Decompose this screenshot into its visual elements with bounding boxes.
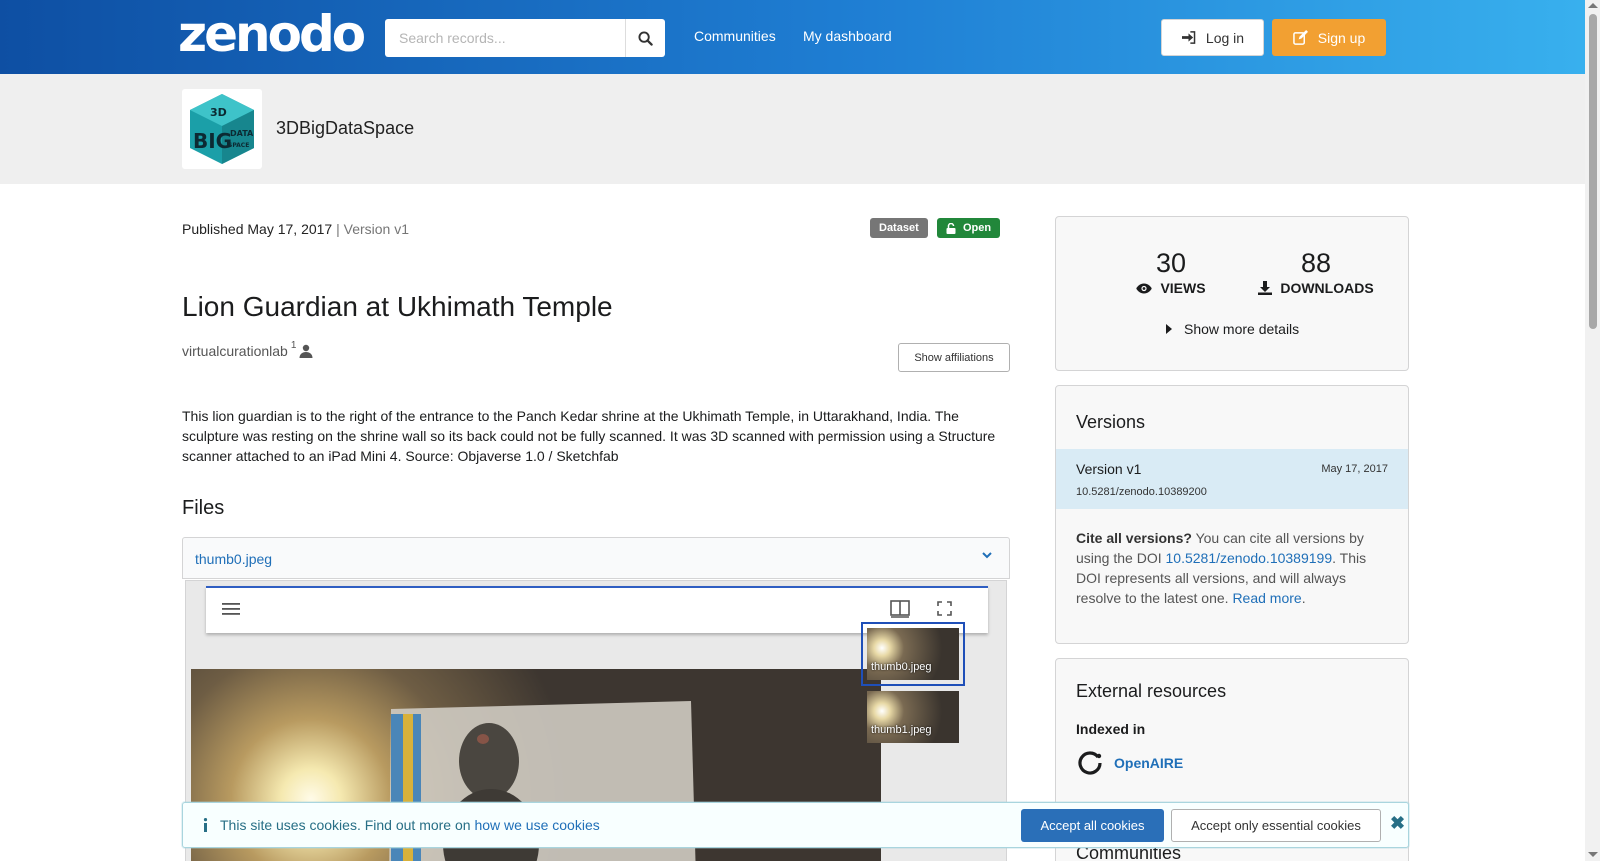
file-accordion[interactable]: thumb0.jpeg: [182, 537, 1010, 579]
search-button[interactable]: [625, 19, 665, 57]
downloads-label: DOWNLOADS: [1280, 280, 1374, 296]
creator: virtualcurationlab 1: [182, 339, 313, 359]
access-label: Open: [963, 222, 992, 234]
viewer-toolbar: [206, 586, 988, 633]
nav-my-dashboard[interactable]: My dashboard: [803, 28, 892, 44]
openaire-link[interactable]: OpenAIRE: [1076, 749, 1183, 777]
views-stat: 30 VIEWS: [1111, 247, 1231, 296]
version-doi: 10.5281/zenodo.10389200: [1076, 486, 1207, 498]
login-button[interactable]: Log in: [1161, 19, 1264, 56]
published-text: Published May 17, 2017: [182, 221, 333, 237]
version-item[interactable]: Version v1 May 17, 2017 10.5281/zenodo.1…: [1056, 449, 1408, 509]
thumbnail-label: thumb1.jpeg: [871, 724, 932, 736]
edit-icon: [1292, 30, 1308, 45]
publication-date: Published May 17, 2017 | Version v1: [182, 221, 409, 237]
info-icon: [203, 818, 208, 832]
read-more-link[interactable]: Read more: [1232, 590, 1301, 606]
3dbigdataspace-logo-icon: 3D BIG DATA SPACE: [190, 94, 254, 164]
downloads-stat: 88 DOWNLOADS: [1246, 247, 1386, 296]
signup-button[interactable]: Sign up: [1272, 19, 1386, 56]
community-name[interactable]: 3DBigDataSpace: [276, 118, 414, 139]
cite-heading: Cite all versions?: [1076, 530, 1192, 546]
scroll-up-arrow-icon[interactable]: [1588, 3, 1598, 8]
scrollbar-thumb[interactable]: [1589, 14, 1597, 329]
search-bar: [385, 19, 665, 57]
version-text: | Version v1: [336, 221, 410, 237]
book-view-icon[interactable]: [890, 600, 910, 618]
thumbnail-0[interactable]: thumb0.jpeg: [861, 622, 965, 686]
file-link[interactable]: thumb0.jpeg: [195, 551, 272, 567]
cite-all-versions: Cite all versions? You can cite all vers…: [1076, 528, 1388, 608]
thumbnail-label: thumb0.jpeg: [871, 661, 932, 673]
logo-text-data: DATA: [230, 129, 254, 138]
openaire-label: OpenAIRE: [1114, 755, 1184, 771]
community-header: 3D BIG DATA SPACE 3DBigDataSpace: [0, 74, 1585, 184]
menu-icon[interactable]: [222, 602, 240, 616]
creator-name[interactable]: virtualcurationlab: [182, 343, 288, 359]
version-name[interactable]: Version v1: [1076, 461, 1141, 477]
logo-text-3d: 3D: [210, 106, 227, 119]
user-icon: [299, 344, 313, 358]
signup-label: Sign up: [1317, 29, 1366, 46]
cookie-banner: This site uses cookies. Find out more on…: [182, 802, 1409, 848]
record-description: This lion guardian is to the right of th…: [182, 408, 996, 464]
page-scrollbar[interactable]: [1585, 0, 1600, 861]
downloads-count: 88: [1300, 248, 1332, 278]
login-label: Log in: [1205, 29, 1245, 46]
caret-right-icon: [1166, 324, 1172, 334]
show-affiliations-button[interactable]: Show affiliations: [898, 343, 1010, 372]
cookie-policy-link[interactable]: how we use cookies: [474, 817, 599, 833]
show-more-details-label: Show more details: [1184, 321, 1300, 337]
nav-communities[interactable]: Communities: [694, 28, 776, 44]
record-title: Lion Guardian at Ukhimath Temple: [182, 291, 613, 322]
versions-card: Versions Version v1 May 17, 2017 10.5281…: [1055, 385, 1409, 644]
unlock-icon: [946, 222, 956, 234]
views-count: 30: [1155, 248, 1187, 278]
logo-text-big: BIG: [193, 129, 232, 153]
eye-icon: [1136, 283, 1153, 293]
search-input[interactable]: [385, 19, 625, 57]
version-date: May 17, 2017: [1321, 463, 1388, 475]
show-more-details-toggle[interactable]: Show more details: [1166, 321, 1299, 337]
chevron-down-icon[interactable]: [981, 549, 993, 561]
cookie-text: This site uses cookies. Find out more on: [220, 817, 475, 833]
openaire-icon: [1078, 751, 1102, 775]
external-resources-title: External resources: [1076, 681, 1227, 701]
accept-all-cookies-button[interactable]: Accept all cookies: [1021, 809, 1164, 842]
versions-title: Versions: [1076, 412, 1146, 432]
thumbnail-1[interactable]: thumb1.jpeg: [867, 691, 959, 743]
stats-card: 30 VIEWS 88 DOWNLOADS Show more details: [1055, 216, 1409, 371]
concept-doi-link[interactable]: 10.5281/zenodo.10389199: [1166, 550, 1333, 566]
fullscreen-icon[interactable]: [937, 601, 952, 616]
scroll-down-arrow-icon[interactable]: [1588, 852, 1598, 857]
zenodo-logo[interactable]: zenodo: [178, 6, 366, 62]
accept-essential-cookies-button[interactable]: Accept only essential cookies: [1171, 809, 1381, 842]
views-label: VIEWS: [1160, 280, 1206, 296]
access-badge: Open: [937, 218, 1001, 238]
close-icon[interactable]: ✖: [1390, 813, 1405, 834]
community-logo[interactable]: 3D BIG DATA SPACE: [182, 89, 262, 169]
resource-type-badge: Dataset: [870, 218, 928, 238]
cookie-message: This site uses cookies. Find out more on…: [203, 817, 600, 833]
affiliation-index: 1: [290, 339, 297, 351]
files-heading: Files: [182, 497, 225, 519]
logo-text-space: SPACE: [228, 142, 249, 149]
indexed-in-label: Indexed in: [1076, 721, 1146, 737]
download-icon: [1258, 281, 1273, 295]
search-icon: [638, 30, 653, 46]
top-navbar: zenodo Communities My dashboard Log in S…: [0, 0, 1585, 74]
sign-in-icon: [1181, 31, 1196, 44]
cite-end: .: [1301, 590, 1306, 606]
